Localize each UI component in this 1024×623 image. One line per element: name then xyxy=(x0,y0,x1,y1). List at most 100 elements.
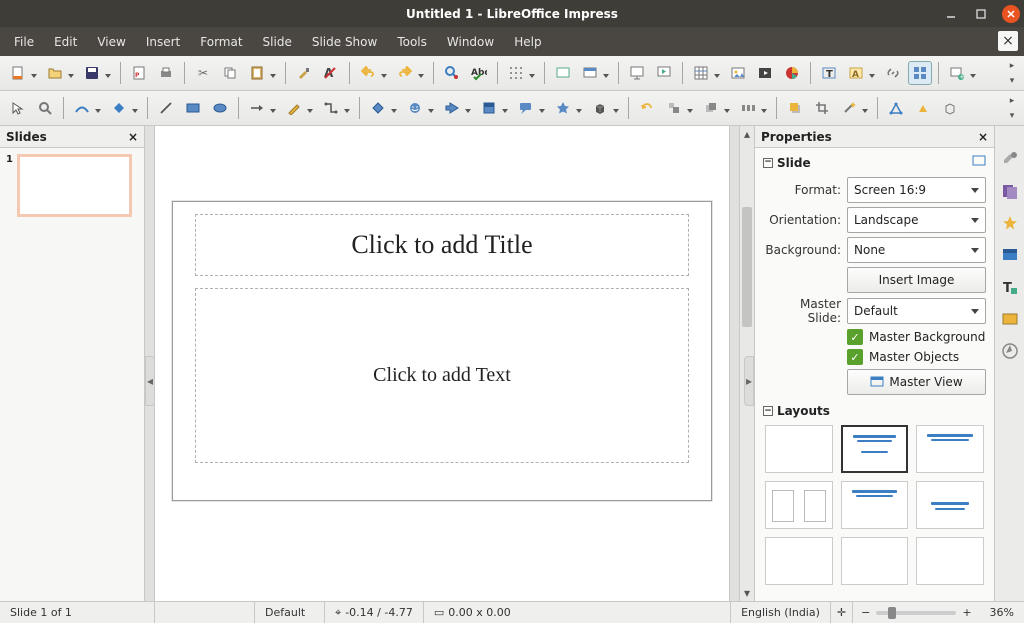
points-tool[interactable] xyxy=(884,96,908,120)
rotate-tool[interactable] xyxy=(635,96,659,120)
block-arrows-tool[interactable] xyxy=(440,96,474,120)
content-placeholder[interactable]: Click to add Text xyxy=(195,288,689,463)
status-master[interactable]: Default xyxy=(255,602,325,623)
line-tool[interactable] xyxy=(154,96,178,120)
fit-slide-button[interactable]: ✛ xyxy=(831,602,853,623)
format-combo[interactable]: Screen 16:9 xyxy=(847,177,986,203)
layout-centered[interactable] xyxy=(916,481,984,529)
paste-button[interactable] xyxy=(245,61,279,85)
gluepoints-tool[interactable] xyxy=(911,96,935,120)
find-replace-button[interactable] xyxy=(440,61,464,85)
insert-table-button[interactable] xyxy=(689,61,723,85)
show-draw-functions-button[interactable] xyxy=(908,61,932,85)
tab-gallery[interactable] xyxy=(999,308,1021,330)
menu-file[interactable]: File xyxy=(4,31,44,53)
zoom-knob[interactable] xyxy=(888,607,896,619)
background-combo[interactable]: None xyxy=(847,237,986,263)
scroll-up-icon[interactable]: ▴ xyxy=(740,126,754,142)
extrusion-tool[interactable] xyxy=(938,96,962,120)
insert-textbox-button[interactable]: T xyxy=(817,61,841,85)
toolbar-overflow[interactable]: ▸▾ xyxy=(1006,58,1018,88)
curve-tool[interactable] xyxy=(282,96,316,120)
zoom-in-icon[interactable]: + xyxy=(962,606,971,619)
tab-properties[interactable] xyxy=(999,148,1021,170)
layout-blank[interactable] xyxy=(765,425,833,473)
ellipse-tool[interactable] xyxy=(208,96,232,120)
insert-image-button[interactable] xyxy=(726,61,750,85)
align-tool[interactable] xyxy=(662,96,696,120)
document-close-button[interactable]: × xyxy=(998,31,1018,51)
status-slide-count[interactable]: Slide 1 of 1 xyxy=(0,602,155,623)
tab-styles[interactable]: T xyxy=(999,276,1021,298)
save-button[interactable] xyxy=(80,61,114,85)
toolbar-overflow-2[interactable]: ▸▾ xyxy=(1006,93,1018,123)
menu-slide[interactable]: Slide xyxy=(253,31,302,53)
collapse-slide-section[interactable]: − xyxy=(763,158,773,168)
export-pdf-button[interactable]: P xyxy=(127,61,151,85)
tab-master-slides[interactable] xyxy=(999,244,1021,266)
menu-tools[interactable]: Tools xyxy=(387,31,437,53)
print-button[interactable] xyxy=(154,61,178,85)
slides-panel-close[interactable]: × xyxy=(128,130,138,144)
basic-shapes-tool[interactable] xyxy=(366,96,400,120)
flowchart-tool[interactable] xyxy=(477,96,511,120)
tab-slide-transition[interactable] xyxy=(999,180,1021,202)
clone-formatting-button[interactable] xyxy=(292,61,316,85)
symbol-shapes-tool[interactable] xyxy=(403,96,437,120)
cut-button[interactable]: ✂ xyxy=(191,61,215,85)
tab-navigator[interactable] xyxy=(999,340,1021,362)
insert-av-button[interactable] xyxy=(753,61,777,85)
start-first-button[interactable] xyxy=(625,61,649,85)
properties-panel-close[interactable]: × xyxy=(978,130,988,144)
shadow-tool[interactable] xyxy=(783,96,807,120)
redo-button[interactable] xyxy=(393,61,427,85)
new-button[interactable] xyxy=(6,61,40,85)
line-color-tool[interactable] xyxy=(70,96,104,120)
window-minimize-button[interactable] xyxy=(942,5,960,23)
spellcheck-button[interactable]: Abc xyxy=(467,61,491,85)
undo-button[interactable] xyxy=(356,61,390,85)
fill-color-tool[interactable] xyxy=(107,96,141,120)
display-views-button[interactable] xyxy=(551,61,575,85)
layout-8[interactable] xyxy=(841,537,909,585)
connector-tool[interactable] xyxy=(319,96,353,120)
rectangle-tool[interactable] xyxy=(181,96,205,120)
layout-title-only[interactable] xyxy=(841,481,909,529)
menu-format[interactable]: Format xyxy=(190,31,252,53)
master-view-button[interactable]: Master View xyxy=(847,369,986,395)
crop-tool[interactable] xyxy=(810,96,834,120)
slide-canvas[interactable]: Click to add Title Click to add Text xyxy=(155,126,729,601)
zoom-out-icon[interactable]: − xyxy=(861,606,870,619)
orientation-combo[interactable]: Landscape xyxy=(847,207,986,233)
clear-formatting-button[interactable]: A xyxy=(319,61,343,85)
layout-7[interactable] xyxy=(765,537,833,585)
callouts-tool[interactable] xyxy=(514,96,548,120)
more-options-icon[interactable] xyxy=(972,155,986,170)
stars-tool[interactable] xyxy=(551,96,585,120)
start-current-button[interactable] xyxy=(652,61,676,85)
menu-window[interactable]: Window xyxy=(437,31,504,53)
status-language[interactable]: English (India) xyxy=(731,602,831,623)
layout-2boxes[interactable] xyxy=(765,481,833,529)
arrow-tool[interactable] xyxy=(245,96,279,120)
distribute-tool[interactable] xyxy=(736,96,770,120)
slide-thumb[interactable]: 1 xyxy=(6,154,138,217)
insert-image-button[interactable]: Insert Image xyxy=(847,267,986,293)
menu-edit[interactable]: Edit xyxy=(44,31,87,53)
tab-animation[interactable] xyxy=(999,212,1021,234)
layout-title-2content[interactable] xyxy=(916,425,984,473)
zoom-slider[interactable]: − + xyxy=(853,606,979,619)
new-slide-button[interactable]: + xyxy=(945,61,979,85)
zoom-tool[interactable] xyxy=(33,96,57,120)
master-slide-combo[interactable]: Default xyxy=(847,298,986,324)
insert-hyperlink-button[interactable] xyxy=(881,61,905,85)
scroll-down-icon[interactable]: ▾ xyxy=(740,585,754,601)
layout-title-content[interactable] xyxy=(841,425,909,473)
collapse-slides-panel[interactable]: ◂ xyxy=(145,356,155,406)
menu-insert[interactable]: Insert xyxy=(136,31,190,53)
vertical-scrollbar[interactable]: ▴ ▾ xyxy=(739,126,754,601)
window-maximize-button[interactable] xyxy=(972,5,990,23)
3d-objects-tool[interactable] xyxy=(588,96,622,120)
scroll-thumb[interactable] xyxy=(742,207,752,327)
title-placeholder[interactable]: Click to add Title xyxy=(195,214,689,276)
